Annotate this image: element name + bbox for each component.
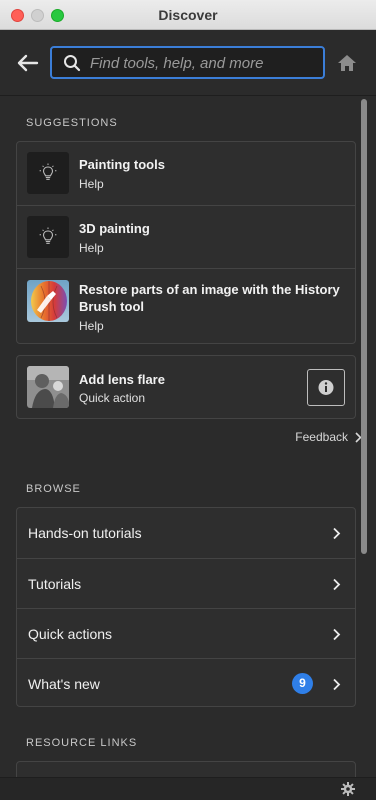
discover-toolbar xyxy=(0,30,376,96)
chevron-right-icon xyxy=(333,678,341,691)
status-bar xyxy=(0,777,376,800)
resource-links-heading: RESOURCE LINKS xyxy=(26,737,138,749)
search-field[interactable] xyxy=(50,46,325,79)
suggestion-item[interactable]: Restore parts of an image with the Histo… xyxy=(17,268,355,343)
browse-item-quick-actions[interactable]: Quick actions xyxy=(17,608,355,658)
suggestion-title-line: Restore parts of an image with the Histo… xyxy=(79,282,340,297)
browse-item-label: Quick actions xyxy=(28,626,113,642)
feedback-link[interactable]: Feedback xyxy=(295,430,362,444)
lightbulb-icon xyxy=(39,163,57,180)
home-button[interactable] xyxy=(337,54,357,72)
resource-links-list xyxy=(16,761,356,777)
info-icon xyxy=(318,380,334,395)
quick-action-title: Add lens flare xyxy=(79,372,165,387)
lens-flare-thumbnail xyxy=(27,366,69,408)
discover-content: SUGGESTIONS Painting tools Help 3D paint… xyxy=(0,97,376,777)
window-title: Discover xyxy=(158,7,218,23)
browse-item-label: Tutorials xyxy=(28,576,82,592)
suggestion-subtitle: Help xyxy=(79,319,104,333)
quick-action-card[interactable]: Add lens flare Quick action xyxy=(16,355,356,419)
title-bar: Discover xyxy=(0,0,376,30)
scrollbar-thumb[interactable] xyxy=(361,99,367,554)
browse-item-tutorials[interactable]: Tutorials xyxy=(17,558,355,608)
back-arrow-icon xyxy=(17,54,39,72)
browse-item-whats-new[interactable]: What's new 9 xyxy=(17,658,355,708)
suggestion-thumbnail xyxy=(27,152,69,194)
gear-icon[interactable] xyxy=(341,782,355,796)
suggestion-title: Painting tools xyxy=(79,157,165,172)
browse-item-label: Hands-on tutorials xyxy=(28,525,142,541)
suggestion-subtitle: Help xyxy=(79,177,104,191)
quick-action-subtitle: Quick action xyxy=(79,391,146,405)
suggestion-title-line: Brush tool xyxy=(79,299,144,314)
back-button[interactable] xyxy=(16,52,40,74)
suggestion-item[interactable]: 3D painting Help xyxy=(17,205,355,268)
suggestions-list: Painting tools Help 3D painting Help Res… xyxy=(16,141,356,344)
browse-item-label: What's new xyxy=(28,676,100,692)
browse-list: Hands-on tutorials Tutorials Quick actio… xyxy=(16,507,356,707)
suggestion-item[interactable]: Painting tools Help xyxy=(17,142,355,205)
suggestion-title: Restore parts of an image with the Histo… xyxy=(79,281,340,315)
suggestion-thumbnail xyxy=(27,216,69,258)
chevron-right-icon xyxy=(333,527,341,540)
search-input[interactable] xyxy=(90,51,318,75)
suggestion-subtitle: Help xyxy=(79,241,104,255)
chevron-right-icon xyxy=(333,578,341,591)
scrollbar[interactable] xyxy=(359,97,369,777)
browse-item-hands-on-tutorials[interactable]: Hands-on tutorials xyxy=(17,508,355,558)
lightbulb-icon xyxy=(39,227,57,244)
feedback-label: Feedback xyxy=(295,430,348,444)
new-items-badge: 9 xyxy=(292,673,313,694)
history-brush-thumbnail xyxy=(27,280,69,322)
chevron-right-icon xyxy=(333,628,341,641)
suggestion-title: 3D painting xyxy=(79,221,150,236)
quick-action-info-button[interactable] xyxy=(307,369,345,406)
home-icon xyxy=(338,55,356,71)
browse-heading: BROWSE xyxy=(26,483,81,495)
suggestions-heading: SUGGESTIONS xyxy=(26,117,118,129)
search-icon xyxy=(64,55,81,72)
